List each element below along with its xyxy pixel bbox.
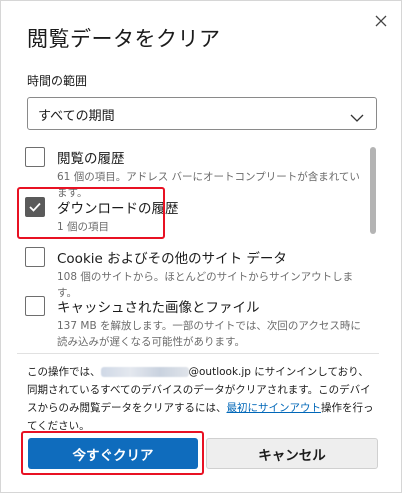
sign-out-link[interactable]: 最初にサインアウト xyxy=(227,402,322,414)
item-title: キャッシュされた画像とファイル xyxy=(57,300,260,316)
clear-now-button[interactable]: 今すぐクリア xyxy=(28,438,198,469)
item-title: Cookie およびその他のサイト データ xyxy=(57,251,287,267)
item-title: 閲覧の履歴 xyxy=(57,151,125,167)
time-range-label: 時間の範囲 xyxy=(27,74,88,88)
data-type-list: 閲覧の履歴 61 個の項目。アドレス バーにオートコンプリートが含まれています。… xyxy=(17,141,379,353)
email-domain: @outlook.jp xyxy=(188,366,251,378)
browsing-history-checkbox[interactable] xyxy=(25,147,45,167)
divider xyxy=(17,353,379,354)
item-description: 137 MB を解放します。一部のサイトでは、次回のアクセス時に読み込みが遅くな… xyxy=(57,320,361,348)
cookies-checkbox[interactable] xyxy=(25,247,45,267)
download-history-highlight xyxy=(17,187,165,239)
chevron-down-icon xyxy=(350,108,364,127)
info-prefix: この操作では、 xyxy=(27,366,101,378)
dialog-title: 閲覧データをクリア xyxy=(27,27,221,51)
time-range-select[interactable]: すべての期間 xyxy=(27,97,377,130)
time-range-value: すべての期間 xyxy=(38,109,115,124)
redacted-email xyxy=(100,367,189,377)
cancel-button[interactable]: キャンセル xyxy=(206,438,378,469)
close-icon[interactable] xyxy=(372,12,390,30)
sync-info-text: この操作では、 @outlook.jp にサインインしており、同期されているすべて… xyxy=(27,363,379,435)
clear-browsing-data-dialog: 閲覧データをクリア 時間の範囲 すべての期間 閲覧の履歴 61 個の項目。アドレ… xyxy=(0,0,402,493)
cache-checkbox[interactable] xyxy=(25,296,45,316)
list-scrollbar[interactable] xyxy=(370,147,376,234)
